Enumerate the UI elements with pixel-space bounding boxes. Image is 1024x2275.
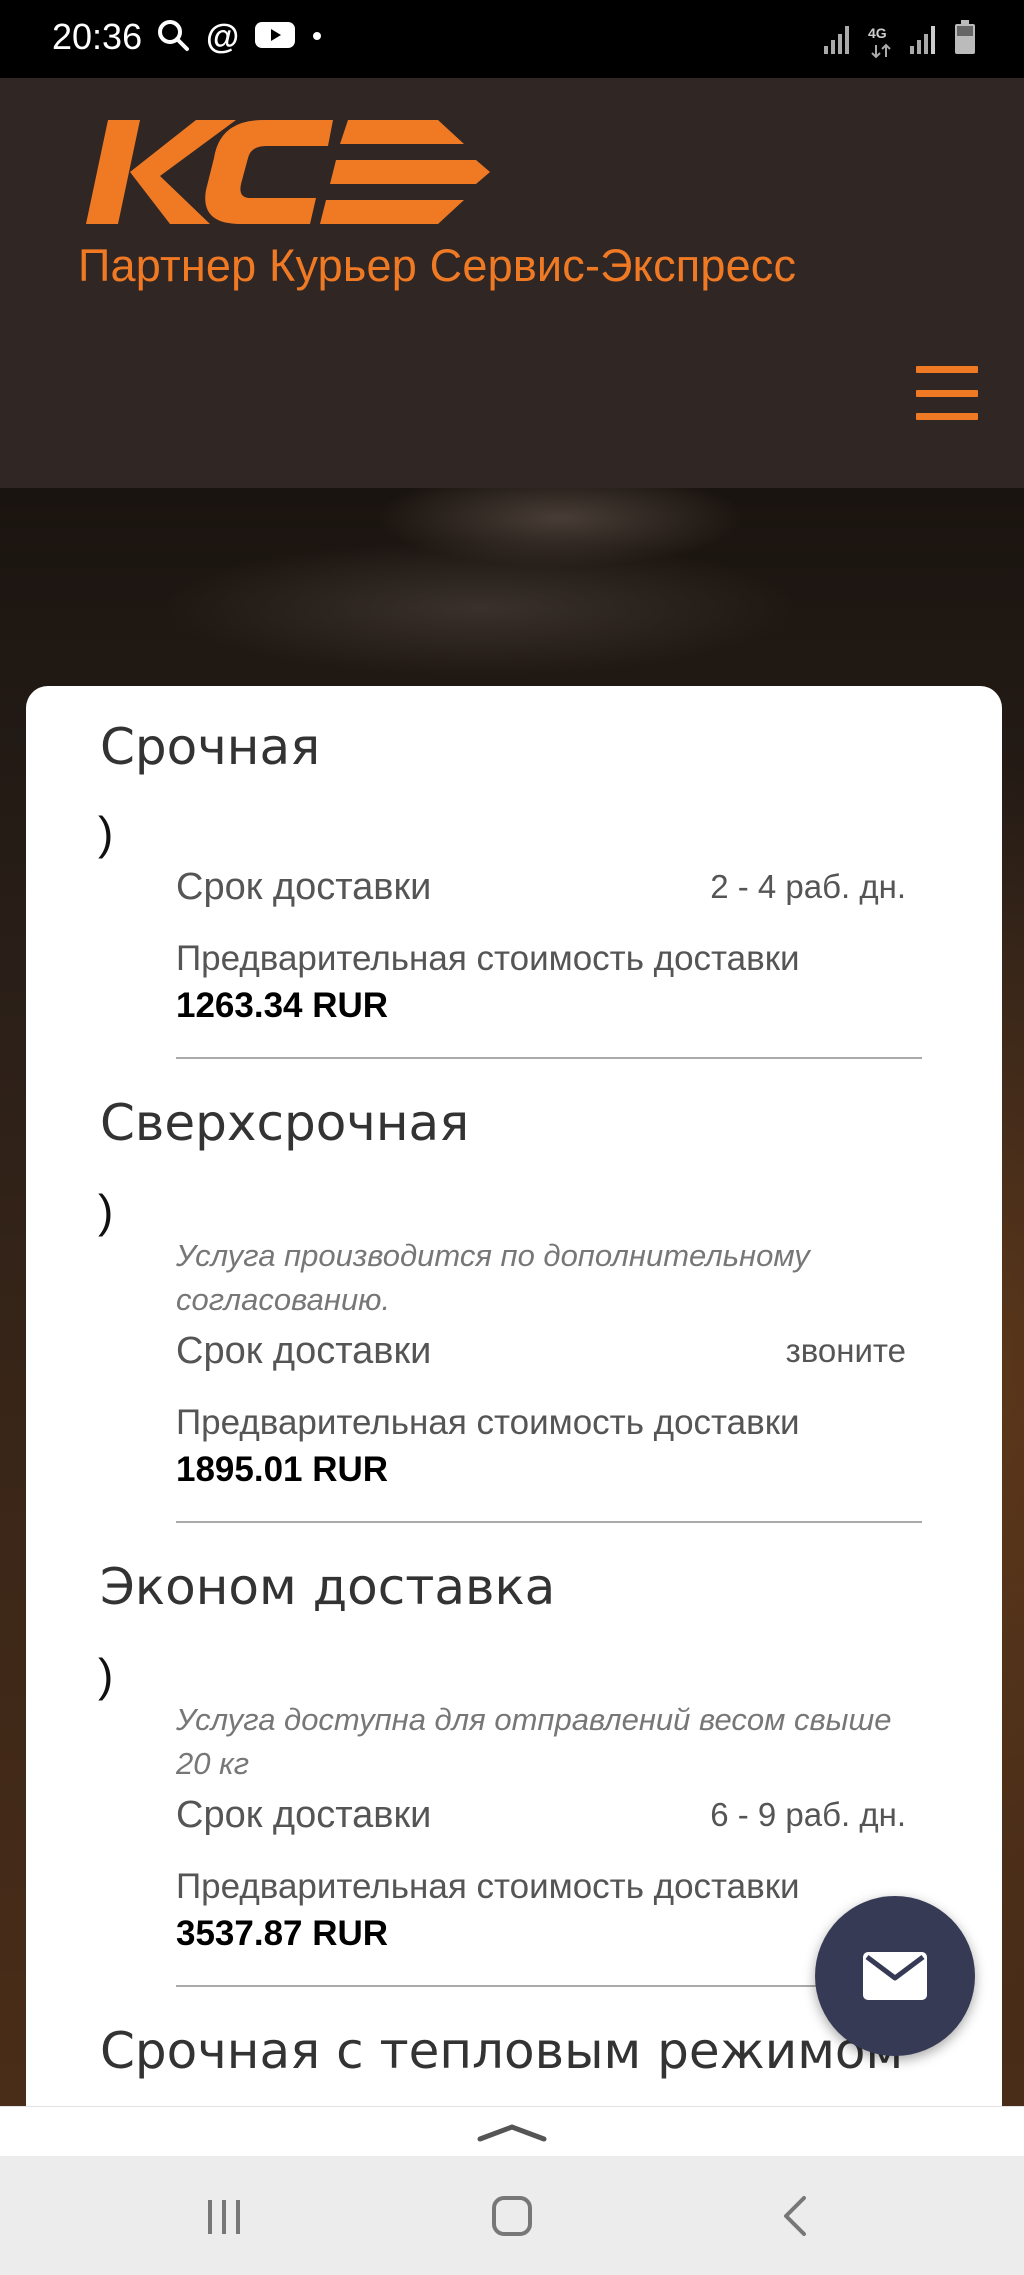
status-icons-right: 4G bbox=[824, 20, 976, 59]
kse-logo-icon bbox=[86, 120, 490, 224]
price-value: 1263.34 RUR bbox=[176, 986, 389, 1025]
contact-mail-button[interactable] bbox=[815, 1896, 975, 2056]
status-time: 20:36 bbox=[52, 16, 143, 57]
tariff-note: Услуга доступна для отправлений весом св… bbox=[176, 1702, 892, 1781]
tariff-note: Услуга производится по дополнительному с… bbox=[176, 1238, 810, 1317]
tariff-title: Срочная bbox=[100, 718, 321, 776]
price-label: Предварительная стоимость доставки bbox=[176, 1403, 800, 1442]
tariff-paren: ) bbox=[98, 807, 114, 859]
tariff-paren: ) bbox=[98, 1649, 114, 1701]
back-button[interactable] bbox=[766, 2188, 826, 2244]
logo[interactable] bbox=[78, 118, 498, 233]
signal-icon bbox=[824, 24, 854, 59]
divider bbox=[176, 1985, 922, 1987]
status-bar: 20:36 @ 4G bbox=[0, 0, 1024, 78]
delivery-term-value: 2 - 4 раб. дн. bbox=[710, 868, 906, 905]
recent-apps-button[interactable] bbox=[194, 2188, 254, 2244]
network-label: 4G bbox=[868, 25, 887, 41]
at-icon: @ bbox=[206, 18, 240, 56]
signal-icon bbox=[910, 24, 940, 59]
delivery-term-value: 6 - 9 раб. дн. bbox=[710, 1796, 906, 1833]
delivery-term-value: звоните bbox=[785, 1332, 906, 1369]
price-label: Предварительная стоимость доставки bbox=[176, 939, 800, 978]
status-icons-left: @ bbox=[156, 18, 323, 57]
hamburger-icon[interactable] bbox=[916, 366, 978, 420]
mail-icon bbox=[863, 1952, 927, 2000]
home-icon bbox=[492, 2196, 532, 2236]
tariff-title: Эконом доставка bbox=[100, 1558, 556, 1616]
search-icon bbox=[156, 18, 190, 57]
price-value: 3537.87 RUR bbox=[176, 1914, 389, 1953]
home-button[interactable] bbox=[482, 2188, 542, 2244]
recent-apps-icon bbox=[208, 2200, 240, 2234]
youtube-icon bbox=[255, 20, 296, 55]
price-value: 1895.01 RUR bbox=[176, 1450, 389, 1489]
price-label: Предварительная стоимость доставки bbox=[176, 1867, 800, 1906]
site-header: Партнер Курьер Сервис-Экспресс bbox=[0, 78, 1024, 488]
logo-tagline: Партнер Курьер Сервис-Экспресс bbox=[78, 240, 797, 291]
divider bbox=[176, 1521, 922, 1523]
tariff-card: Срочная ) Срок доставки 2 - 4 раб. дн. П… bbox=[26, 686, 1002, 2106]
dot-icon bbox=[311, 29, 323, 47]
back-icon bbox=[784, 2196, 806, 2236]
delivery-term-label: Срок доставки bbox=[176, 1330, 432, 1372]
4g-icon: 4G bbox=[868, 25, 896, 59]
delivery-term-label: Срок доставки bbox=[176, 1794, 432, 1836]
tariff-title: Срочная с тепловым режимом bbox=[100, 2022, 904, 2080]
delivery-term-label: Срок доставки bbox=[176, 866, 432, 908]
chevron-up-icon bbox=[477, 2123, 547, 2141]
tariff-paren: ) bbox=[98, 1185, 114, 1237]
tariff-title: Сверхсрочная bbox=[100, 1094, 470, 1152]
system-nav-bar bbox=[0, 2156, 1024, 2275]
divider bbox=[176, 1057, 922, 1059]
bottom-drawer-handle[interactable] bbox=[0, 2106, 1024, 2156]
battery-icon bbox=[954, 20, 976, 59]
